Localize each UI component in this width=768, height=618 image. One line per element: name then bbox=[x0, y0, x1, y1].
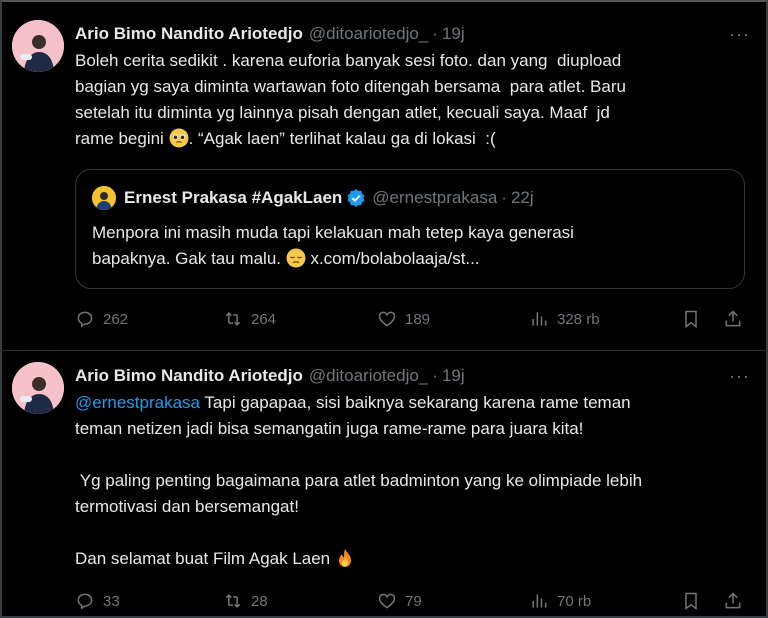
repost-icon bbox=[225, 312, 241, 326]
tweet-actions: 33 28 79 70 rb bbox=[75, 590, 755, 612]
tweet-header: Ario Bimo Nandito Ariotedjo @ditoarioted… bbox=[75, 22, 465, 46]
quoted-timestamp: 22j bbox=[510, 188, 534, 207]
text-line: Menpora ini masih muda tapi kelakuan mah… bbox=[92, 223, 574, 242]
text-line: bagian yg saya diminta wartawan foto dit… bbox=[75, 77, 626, 96]
tweet-divider bbox=[0, 350, 768, 351]
views-button[interactable]: 70 rb bbox=[529, 590, 591, 612]
text-line: Yg paling penting bagaimana para atlet b… bbox=[75, 471, 643, 490]
heart-icon bbox=[378, 593, 396, 609]
bookmark-button[interactable] bbox=[681, 590, 709, 612]
text-line: teman netizen jadi bisa semangatin juga … bbox=[75, 419, 584, 438]
quoted-tweet-text: Menpora ini masih muda tapi kelakuan mah… bbox=[92, 220, 732, 272]
reply-button[interactable]: 33 bbox=[75, 590, 120, 612]
like-count: 79 bbox=[405, 592, 422, 610]
reply-icon bbox=[77, 311, 93, 328]
text-line: bapaknya. Gak tau malu. bbox=[92, 249, 286, 268]
pleading-face-emoji-icon bbox=[169, 128, 189, 148]
author-name[interactable]: Ario Bimo Nandito Ariotedjo bbox=[75, 366, 303, 386]
like-button[interactable]: 189 bbox=[377, 308, 430, 330]
bookmark-icon bbox=[685, 592, 697, 610]
fire-emoji-icon bbox=[338, 549, 351, 567]
quoted-tweet-header: Ernest Prakasa #AgakLaen @ernestprakasa … bbox=[92, 186, 534, 210]
text-line: rame begini bbox=[75, 129, 169, 148]
more-options-icon[interactable]: ··· bbox=[729, 24, 750, 45]
mention-link[interactable]: @ernestprakasa bbox=[75, 393, 200, 412]
bookmark-icon bbox=[685, 310, 697, 328]
views-chart-icon bbox=[532, 594, 547, 608]
text-line: termotivasi dan bersemangat! bbox=[75, 497, 299, 516]
more-options-icon[interactable]: ··· bbox=[729, 366, 750, 387]
views-chart-icon bbox=[532, 312, 547, 326]
separator-dot: · bbox=[501, 188, 507, 207]
reply-count: 33 bbox=[103, 592, 120, 610]
like-count: 189 bbox=[405, 310, 431, 328]
reply-count: 262 bbox=[103, 310, 129, 328]
reply-icon bbox=[77, 593, 93, 610]
tweet[interactable]: Ario Bimo Nandito Ariotedjo @ditoarioted… bbox=[10, 10, 758, 350]
repost-button[interactable]: 264 bbox=[223, 308, 276, 330]
heart-icon bbox=[378, 311, 396, 327]
reply-button[interactable]: 262 bbox=[75, 308, 128, 330]
quoted-author-name: Ernest Prakasa #AgakLaen bbox=[124, 188, 343, 207]
repost-count: 264 bbox=[251, 310, 277, 328]
share-icon bbox=[725, 592, 741, 609]
separator-dot: · bbox=[432, 24, 438, 43]
views-count: 70 rb bbox=[557, 592, 592, 610]
tweet[interactable]: Ario Bimo Nandito Ariotedjo @ditoarioted… bbox=[10, 352, 758, 614]
tweet-text: Boleh cerita sedikit . karena euforia ba… bbox=[75, 48, 755, 152]
author-handle[interactable]: @ditoariotedjo_ bbox=[309, 366, 428, 386]
timestamp[interactable]: 19j bbox=[442, 366, 465, 386]
text-line: . “Agak laen” terlihat kalau ga di lokas… bbox=[188, 129, 496, 148]
share-button[interactable] bbox=[723, 590, 751, 612]
quoted-author-handle: @ernestprakasa bbox=[372, 188, 498, 207]
repost-count: 28 bbox=[251, 592, 268, 610]
pensive-face-emoji-icon bbox=[286, 248, 306, 268]
author-name[interactable]: Ario Bimo Nandito Ariotedjo bbox=[75, 24, 303, 44]
share-icon bbox=[725, 310, 741, 327]
text-line: Boleh cerita sedikit . karena euforia ba… bbox=[75, 51, 622, 70]
repost-button[interactable]: 28 bbox=[223, 590, 268, 612]
share-button[interactable] bbox=[723, 308, 751, 330]
quoted-avatar bbox=[92, 186, 116, 210]
views-count: 328 rb bbox=[557, 310, 600, 328]
separator-dot: · bbox=[432, 366, 438, 385]
bookmark-button[interactable] bbox=[681, 308, 709, 330]
link-url[interactable]: x.com/bolabolaaja/st... bbox=[306, 249, 479, 268]
text-line: Tapi gapapaa, sisi baiknya sekarang kare… bbox=[200, 393, 631, 412]
tweet-header: Ario Bimo Nandito Ariotedjo @ditoarioted… bbox=[75, 364, 465, 388]
timestamp[interactable]: 19j bbox=[442, 24, 465, 44]
tweet-text: @ernestprakasa Tapi gapapaa, sisi baikny… bbox=[75, 390, 755, 572]
avatar[interactable] bbox=[12, 362, 64, 414]
repost-icon bbox=[225, 594, 241, 608]
avatar[interactable] bbox=[12, 20, 64, 72]
like-button[interactable]: 79 bbox=[377, 590, 422, 612]
text-line: Dan selamat buat Film Agak Laen bbox=[75, 549, 335, 568]
text-line: setelah itu diminta yg lainnya pisah den… bbox=[75, 103, 610, 122]
verified-badge-icon bbox=[347, 189, 365, 207]
quoted-tweet[interactable]: Ernest Prakasa #AgakLaen @ernestprakasa … bbox=[75, 169, 745, 289]
views-button[interactable]: 328 rb bbox=[529, 308, 600, 330]
tweet-actions: 262 264 189 328 rb bbox=[75, 308, 755, 330]
author-handle[interactable]: @ditoariotedjo_ bbox=[309, 24, 428, 44]
